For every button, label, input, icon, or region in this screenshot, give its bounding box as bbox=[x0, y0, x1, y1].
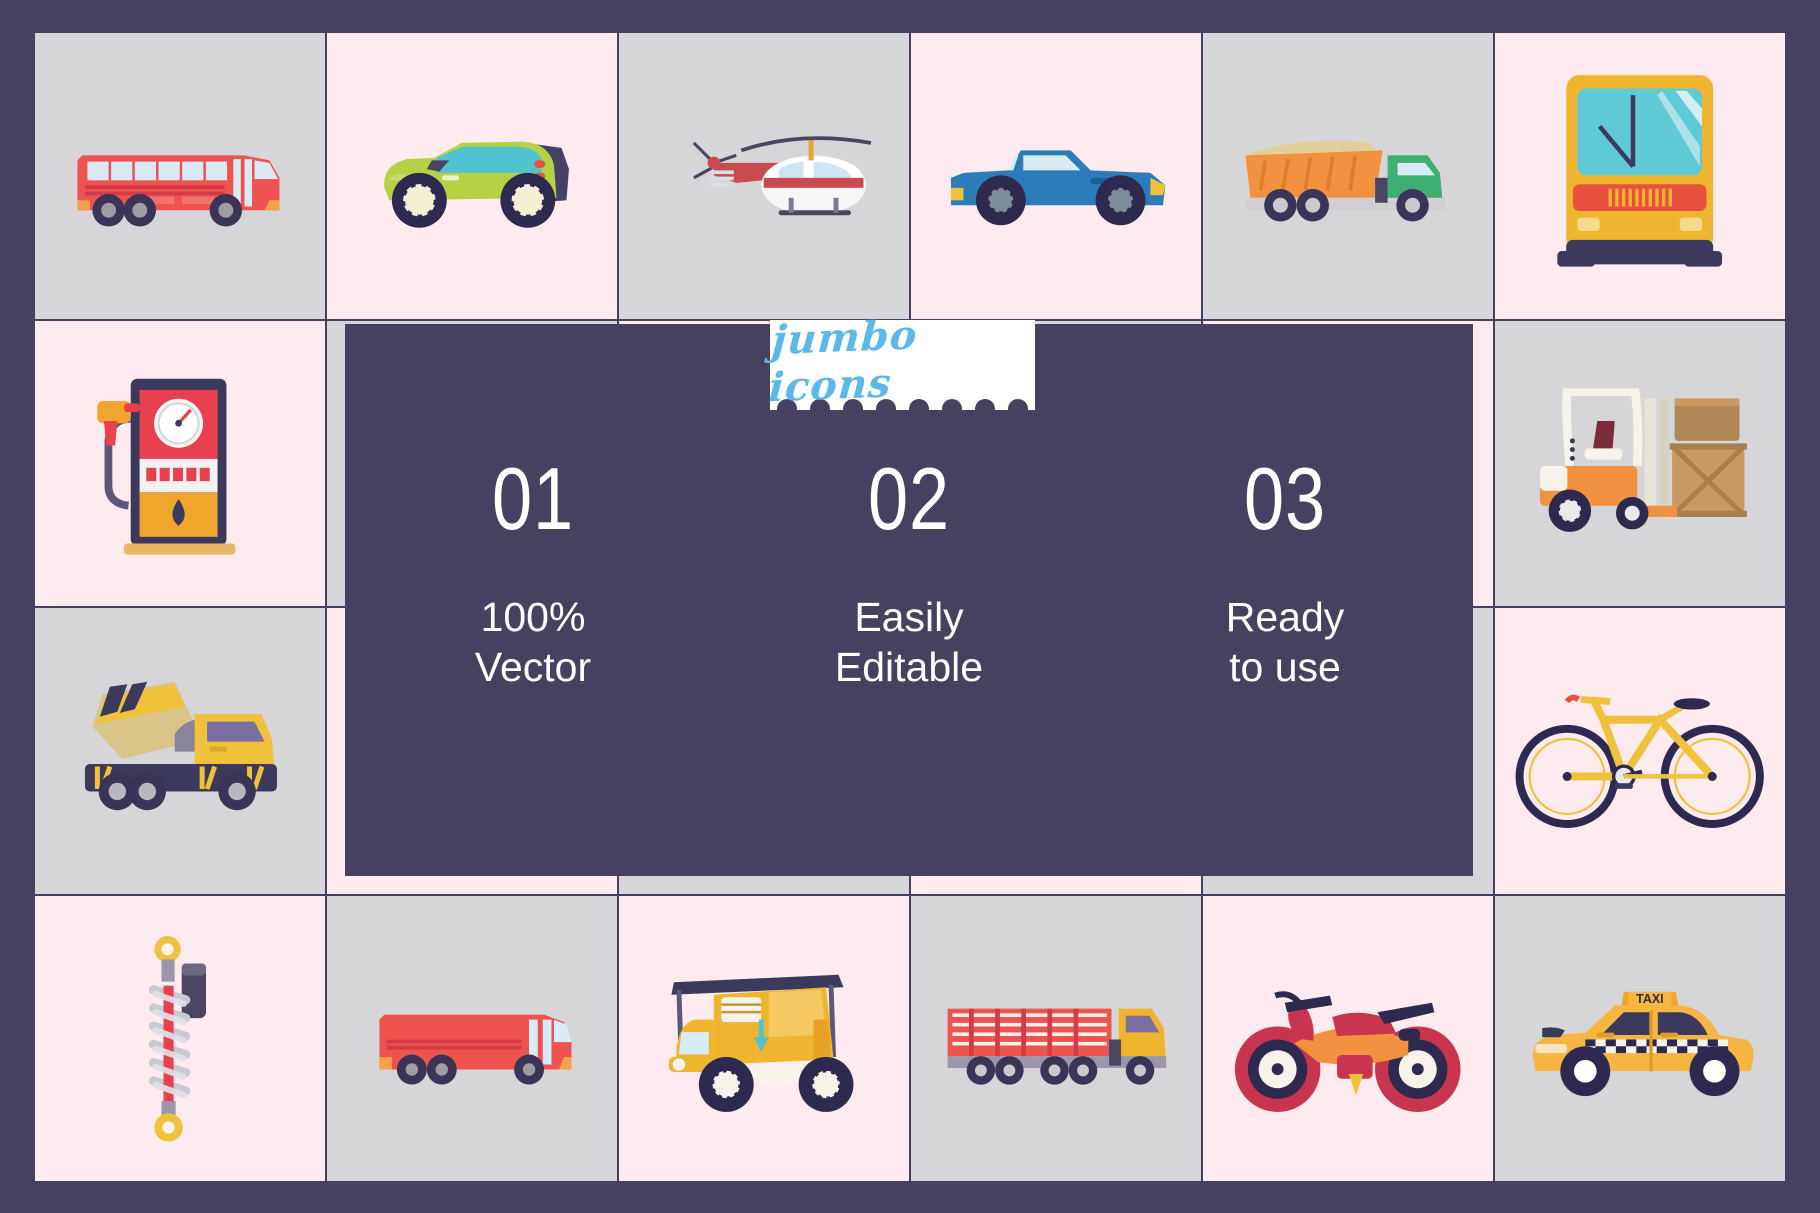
cement-mixer-icon bbox=[85, 682, 278, 811]
tuktuk-icon bbox=[669, 974, 854, 1112]
bus-front-icon bbox=[1557, 75, 1723, 268]
tile-bicycle[interactable] bbox=[1495, 608, 1785, 894]
bus-small-icon bbox=[379, 1014, 572, 1085]
tile-shock-absorber[interactable] bbox=[35, 895, 325, 1181]
tile-cargo-truck[interactable] bbox=[911, 895, 1201, 1181]
tile-compact-car[interactable] bbox=[327, 33, 617, 319]
tile-pickup-truck[interactable] bbox=[911, 33, 1201, 319]
shock-absorber-icon bbox=[149, 936, 207, 1142]
bicycle-icon bbox=[1515, 695, 1765, 829]
tile-bus[interactable] bbox=[35, 33, 325, 319]
fuel-pump-icon bbox=[97, 378, 236, 555]
feature-caption: Ready to use bbox=[1225, 594, 1345, 690]
tile-tuktuk[interactable] bbox=[619, 895, 909, 1181]
tile-motorcycle[interactable] bbox=[1203, 895, 1493, 1181]
pickup-truck-icon bbox=[951, 150, 1166, 226]
helicopter-icon bbox=[693, 136, 872, 216]
tile-forklift[interactable] bbox=[1495, 320, 1785, 606]
taxi-sign-label: TAXI bbox=[1636, 992, 1663, 1006]
tile-taxi[interactable]: TAXI bbox=[1495, 895, 1785, 1181]
feature-list: 01 100% Vector 02 Easily Editable 03 Rea… bbox=[345, 455, 1473, 715]
taxi-icon: TAXI bbox=[1533, 991, 1754, 1097]
brand-tag-label: jumbo icons bbox=[767, 311, 920, 412]
poster-root: TAXI jumbo icons 01 100% Vector 02 Easil… bbox=[0, 0, 1820, 1213]
tile-dump-truck[interactable] bbox=[1203, 33, 1493, 319]
feature-caption: 100% Vector bbox=[474, 594, 592, 690]
tile-bus-small[interactable] bbox=[327, 895, 617, 1181]
tile-cement-mixer[interactable] bbox=[35, 608, 325, 894]
feature-number: 03 bbox=[1244, 449, 1326, 548]
tile-fuel-pump[interactable] bbox=[35, 320, 325, 606]
tile-bus-front[interactable] bbox=[1495, 33, 1785, 319]
tile-helicopter[interactable] bbox=[619, 33, 909, 319]
feature-item: 01 100% Vector bbox=[345, 455, 721, 715]
motorcycle-icon bbox=[1235, 991, 1461, 1112]
cargo-truck-icon bbox=[947, 1008, 1167, 1085]
forklift-icon bbox=[1540, 387, 1748, 532]
feature-item: 03 Ready to use bbox=[1097, 455, 1473, 715]
feature-number: 01 bbox=[492, 449, 574, 548]
feature-number: 02 bbox=[868, 449, 950, 548]
brand-tag: jumbo icons bbox=[767, 311, 1035, 419]
feature-caption: Easily Editable bbox=[834, 594, 984, 690]
dump-truck-icon bbox=[1245, 141, 1446, 222]
compact-car-icon bbox=[384, 142, 570, 229]
feature-item: 02 Easily Editable bbox=[721, 455, 1097, 715]
bus-icon bbox=[77, 155, 280, 227]
